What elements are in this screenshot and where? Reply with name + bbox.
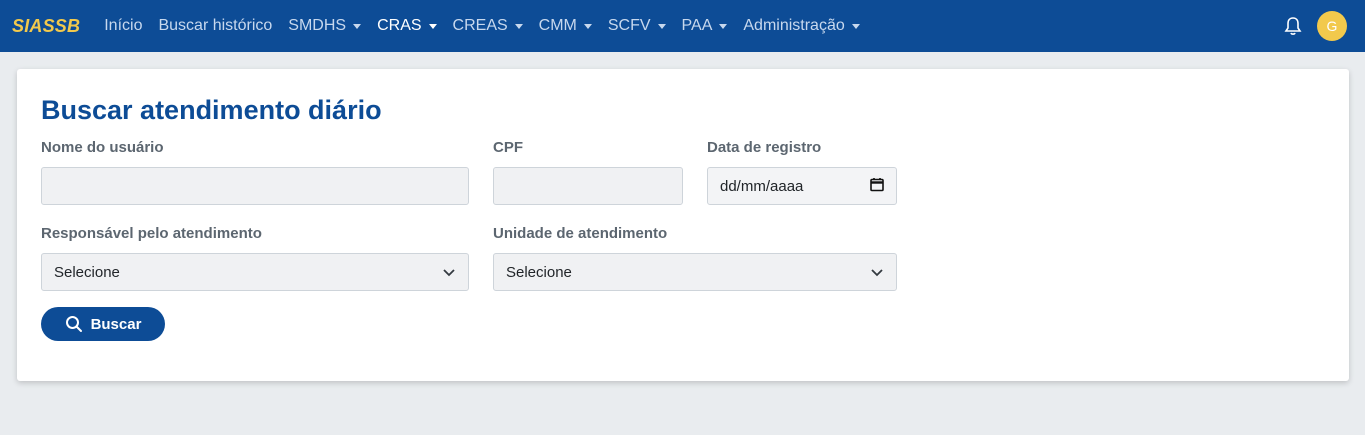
chevron-down-icon [443,269,455,277]
caret-down-icon [657,23,666,29]
nav-item-label: SCFV [607,17,651,34]
caret-down-icon [719,23,728,29]
nav-item-label: Administração [743,17,845,34]
unidade-select[interactable]: Selecione [493,253,897,291]
caret-down-icon [514,23,523,29]
nome-usuario-input[interactable] [41,167,469,205]
page-title: Buscar atendimento diário [41,95,382,125]
data-registro-label: Data de registro [707,139,822,156]
nav-item-buscar-historico[interactable]: Buscar histórico [158,17,272,35]
nav-item-inicio[interactable]: Início [104,17,142,35]
calendar-icon[interactable] [870,177,884,196]
nav-item-label: CREAS [452,17,508,34]
nav-item-label: Início [104,17,143,34]
cpf-label: CPF [493,139,523,156]
caret-down-icon [428,23,437,29]
nav-right: G [1283,11,1353,41]
caret-down-icon [583,23,592,29]
top-navbar: SIASSB Início Buscar histórico SMDHS CRA… [0,0,1365,52]
nav-item-scfv[interactable]: SCFV [608,17,666,35]
date-placeholder: dd/mm/aaaa [720,177,804,195]
search-card: Buscar atendimento diário Nome do usuári… [17,69,1349,381]
caret-down-icon [851,23,860,29]
nav-item-cras[interactable]: CRAS [377,17,437,35]
nav-item-label: Buscar histórico [158,17,273,34]
chevron-down-icon [871,269,883,277]
nome-usuario-label: Nome do usuário [41,139,164,156]
nav-item-label: CRAS [377,17,422,34]
nav-item-creas[interactable]: CREAS [453,17,523,35]
data-registro-input[interactable]: dd/mm/aaaa [707,167,897,205]
unidade-selected-value: Selecione [506,263,572,281]
responsavel-selected-value: Selecione [54,263,120,281]
nav-item-cmm[interactable]: CMM [539,17,592,35]
user-avatar[interactable]: G [1317,11,1347,41]
nav-item-label: PAA [681,17,713,34]
unidade-label: Unidade de atendimento [493,225,668,242]
brand-logo[interactable]: SIASSB [12,16,80,37]
nav-item-administracao[interactable]: Administração [743,17,860,35]
search-button-label: Buscar [90,315,142,333]
nav-item-smdhs[interactable]: SMDHS [288,17,362,35]
nav-menu: Início Buscar histórico SMDHS CRAS CREAS… [104,17,876,35]
nav-item-paa[interactable]: PAA [682,17,728,35]
responsavel-select[interactable]: Selecione [41,253,469,291]
nav-item-label: SMDHS [288,17,347,34]
responsavel-label: Responsável pelo atendimento [41,225,262,242]
search-button[interactable]: Buscar [41,307,165,341]
bell-icon[interactable] [1283,15,1303,37]
search-icon [65,316,82,332]
nav-item-label: CMM [538,17,577,34]
cpf-input[interactable] [493,167,683,205]
caret-down-icon [353,23,362,29]
